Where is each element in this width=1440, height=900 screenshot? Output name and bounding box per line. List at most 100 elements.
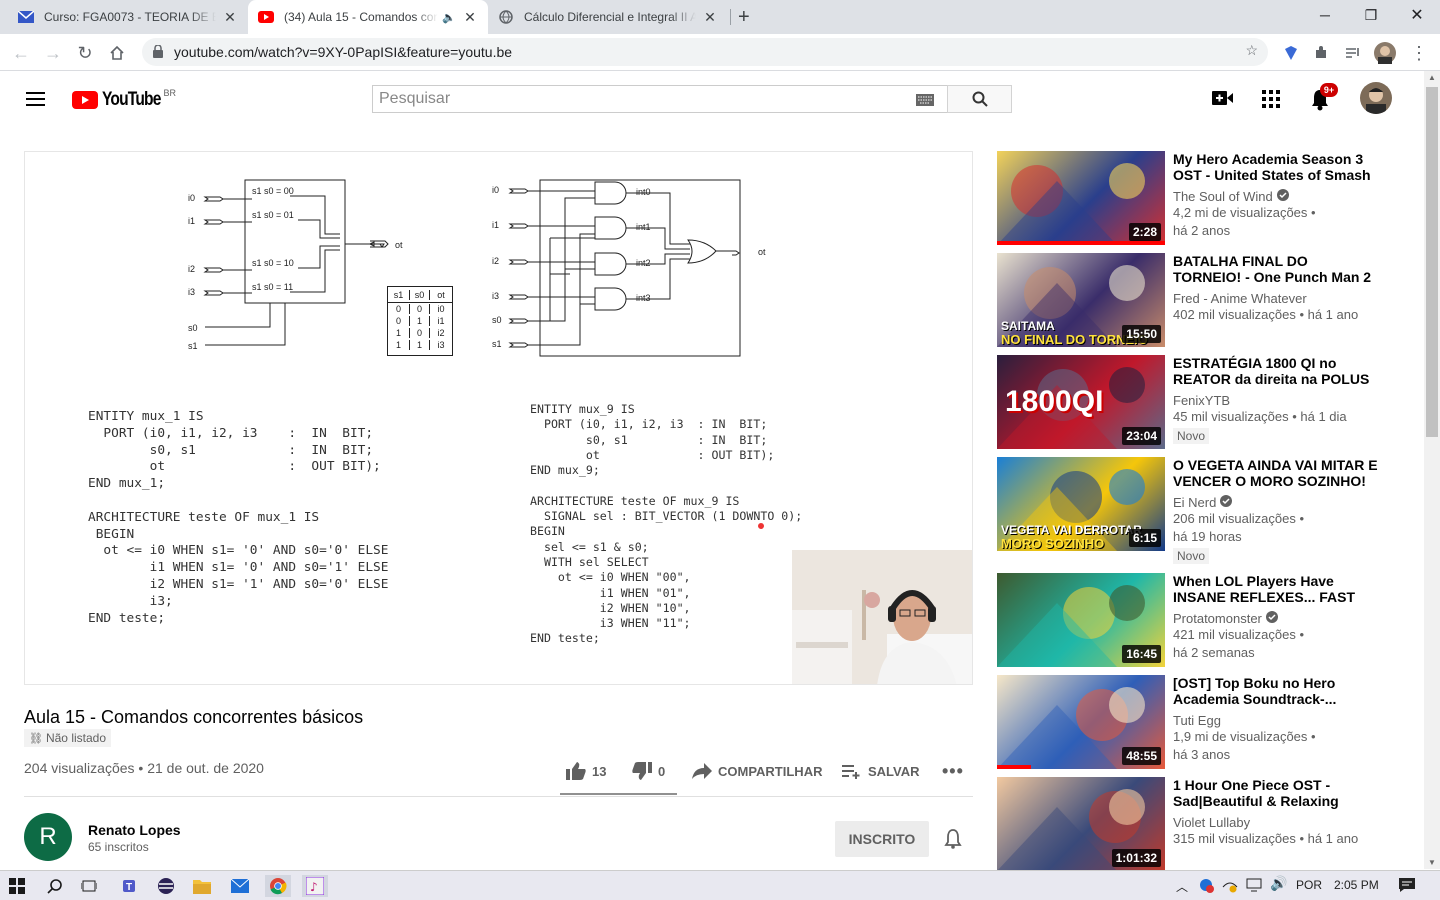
recommended-video-title[interactable]: 1 Hour One Piece OST - Sad|Beautiful & R… xyxy=(1173,777,1379,809)
extensions-puzzle-icon[interactable] xyxy=(1308,40,1334,66)
minimize-button[interactable]: ─ xyxy=(1302,0,1348,30)
share-button[interactable]: COMPARTILHAR xyxy=(692,760,822,782)
recommended-video-info: ESTRATÉGIA 1800 QI no REATOR da direita … xyxy=(1173,355,1379,445)
recommended-channel[interactable]: Protatomonster xyxy=(1173,611,1379,626)
tray-clock[interactable]: 2:05 PM xyxy=(1334,878,1379,892)
subscribed-button[interactable]: INSCRITO xyxy=(835,821,929,857)
extension-shield-icon[interactable] xyxy=(1278,40,1304,66)
eclipse-icon[interactable] xyxy=(155,875,177,897)
close-tab-icon[interactable]: ✕ xyxy=(222,9,238,26)
bookmark-star-icon[interactable]: ☆ xyxy=(1245,42,1258,59)
keyboard-icon[interactable] xyxy=(916,93,934,111)
address-bar[interactable]: youtube.com/watch?v=9XY-0PapISI&feature=… xyxy=(142,38,1268,66)
channel-avatar[interactable]: R xyxy=(24,813,72,861)
gate-level-diagram: i0 i1 i2 i3 s0 s1 int0 int1 int2 int3 ot xyxy=(492,179,766,357)
recommended-video-title[interactable]: When LOL Players Have INSANE REFLEXES...… xyxy=(1173,573,1379,605)
video-thumbnail[interactable]: 48:55 xyxy=(997,675,1165,769)
profile-avatar[interactable] xyxy=(1372,40,1398,66)
notification-count-badge: 9+ xyxy=(1320,83,1338,97)
video-thumbnail[interactable]: 2:28 xyxy=(997,151,1165,245)
tray-volume-icon[interactable]: 🔊 xyxy=(1270,875,1287,892)
recommended-video[interactable]: 16:45 When LOL Players Have INSANE REFLEX… xyxy=(997,573,1417,667)
youtube-logo[interactable]: YouTube BR xyxy=(72,88,190,111)
recommended-stats: 421 mil visualizações • xyxy=(1173,627,1304,642)
apps-grid-icon[interactable] xyxy=(1262,90,1280,113)
hamburger-menu-icon[interactable] xyxy=(26,91,46,107)
recommended-video-title[interactable]: BATALHA FINAL DO TORNEIO! - One Punch Ma… xyxy=(1173,253,1379,285)
tray-chevron-icon[interactable]: ︿ xyxy=(1176,878,1188,895)
notification-bell-icon[interactable] xyxy=(944,829,962,854)
recommended-video-title[interactable]: ESTRATÉGIA 1800 QI no REATOR da direita … xyxy=(1173,355,1379,387)
close-tab-icon[interactable]: ✕ xyxy=(702,9,718,26)
truth-table-row: 0 0 i0 xyxy=(388,303,452,315)
recommended-video-title[interactable]: O VEGETA AINDA VAI MITAR E VENCER O MORO… xyxy=(1173,457,1379,489)
browser-menu-icon[interactable]: ⋮ xyxy=(1406,40,1432,66)
recommended-channel[interactable]: Fred - Anime Whatever xyxy=(1173,291,1379,306)
tray-network-warning-icon[interactable] xyxy=(1222,877,1238,896)
dislike-button[interactable]: 0 xyxy=(632,760,665,782)
scroll-down-arrow[interactable]: ▼ xyxy=(1428,858,1436,867)
video-player[interactable]: i0 i1 i2 i3 s0 s1 s1 s0 = 00 s1 s0 = 01 … xyxy=(24,151,973,685)
page-scrollbar[interactable]: ▲ ▼ xyxy=(1424,71,1440,869)
truth-header-s0: s0 xyxy=(410,289,430,300)
create-video-icon[interactable] xyxy=(1212,90,1234,111)
tray-display-icon[interactable] xyxy=(1246,877,1262,896)
browser-tab-youtube[interactable]: (34) Aula 15 - Comandos cor 🔈 ✕ xyxy=(248,0,488,34)
video-thumbnail[interactable]: VEGETA VAI DERROTAR MORO SOZINHO 6:15 xyxy=(997,457,1165,551)
scrollbar-thumb[interactable] xyxy=(1426,87,1438,437)
close-tab-icon[interactable]: ✕ xyxy=(462,9,478,26)
scroll-up-arrow[interactable]: ▲ xyxy=(1428,73,1436,82)
recommended-video-title[interactable]: My Hero Academia Season 3 OST - United S… xyxy=(1173,151,1379,183)
svg-text:s0: s0 xyxy=(492,315,502,325)
browser-tab-strip: Curso: FGA0073 - TEORIA DE ELE ✕ (34) Au… xyxy=(0,0,1440,34)
home-icon[interactable] xyxy=(104,40,130,66)
taskbar-search-icon[interactable] xyxy=(44,875,66,897)
recommended-channel[interactable]: FenixYTB xyxy=(1173,393,1379,408)
recommended-video[interactable]: SAITAMA NO FINAL DO TORNEIO 15:50 BATALHA F… xyxy=(997,253,1417,347)
music-app-icon[interactable]: ♪ xyxy=(302,875,328,897)
search-input[interactable]: Pesquisar xyxy=(372,85,948,113)
back-icon[interactable]: ← xyxy=(8,40,34,66)
maximize-button[interactable]: ❐ xyxy=(1348,0,1394,30)
account-avatar[interactable] xyxy=(1360,82,1392,114)
recommended-video[interactable]: 2:28 My Hero Academia Season 3 OST - Unit… xyxy=(997,151,1417,245)
thumbnail-caption: VEGETA VAI DERROTAR xyxy=(1001,523,1142,537)
mail-app-icon[interactable] xyxy=(229,875,251,897)
forward-icon[interactable]: → xyxy=(40,40,66,66)
recommended-channel[interactable]: Tuti Egg xyxy=(1173,713,1379,728)
recommended-video[interactable]: 1:01:32 1 Hour One Piece OST - Sad|Beauti… xyxy=(997,777,1417,871)
video-thumbnail[interactable]: 16:45 xyxy=(997,573,1165,667)
video-thumbnail[interactable]: 1800QI 23:04 xyxy=(997,355,1165,449)
recommended-channel[interactable]: Ei Nerd xyxy=(1173,495,1379,510)
action-center-icon[interactable] xyxy=(1398,877,1416,896)
close-window-button[interactable]: ✕ xyxy=(1394,0,1440,30)
windows-start-icon[interactable] xyxy=(6,875,28,897)
recommended-channel[interactable]: The Soul of Wind xyxy=(1173,189,1379,204)
recommended-video[interactable]: 1800QI 23:04 ESTRATÉGIA 1800 QI no REATOR … xyxy=(997,355,1417,449)
tray-language[interactable]: POR xyxy=(1296,878,1322,892)
new-tab-button[interactable]: + xyxy=(734,0,764,34)
recommended-video[interactable]: VEGETA VAI DERROTAR MORO SOZINHO 6:15 O VEG… xyxy=(997,457,1417,564)
reload-icon[interactable]: ↻ xyxy=(72,40,98,66)
like-button[interactable]: 13 xyxy=(566,760,606,782)
file-explorer-icon[interactable] xyxy=(191,875,213,897)
share-icon xyxy=(692,763,712,779)
recommended-channel[interactable]: Violet Lullaby xyxy=(1173,815,1379,830)
browser-tab-calculo[interactable]: Cálculo Diferencial e Integral II A ✕ xyxy=(488,0,728,34)
speaker-icon[interactable]: 🔈 xyxy=(442,11,456,24)
notifications-bell-icon[interactable]: 9+ xyxy=(1310,83,1338,116)
media-control-icon[interactable] xyxy=(1340,40,1366,66)
chrome-icon[interactable] xyxy=(265,875,291,897)
recommended-video-title[interactable]: [OST] Top Boku no Hero Academia Soundtra… xyxy=(1173,675,1379,707)
video-thumbnail[interactable]: SAITAMA NO FINAL DO TORNEIO 15:50 xyxy=(997,253,1165,347)
tray-app-icon[interactable] xyxy=(1198,877,1214,896)
browser-tab-moodle[interactable]: Curso: FGA0073 - TEORIA DE ELE ✕ xyxy=(8,0,248,34)
channel-name[interactable]: Renato Lopes xyxy=(88,822,181,838)
more-actions-icon[interactable]: ••• xyxy=(942,760,964,782)
save-button[interactable]: SALVAR xyxy=(842,760,920,782)
video-thumbnail[interactable]: 1:01:32 xyxy=(997,777,1165,871)
recommended-video[interactable]: 48:55 [OST] Top Boku no Hero Academia Sou… xyxy=(997,675,1417,769)
teams-icon[interactable]: T xyxy=(118,875,140,897)
task-view-icon[interactable] xyxy=(78,875,100,897)
search-button[interactable] xyxy=(947,85,1012,113)
